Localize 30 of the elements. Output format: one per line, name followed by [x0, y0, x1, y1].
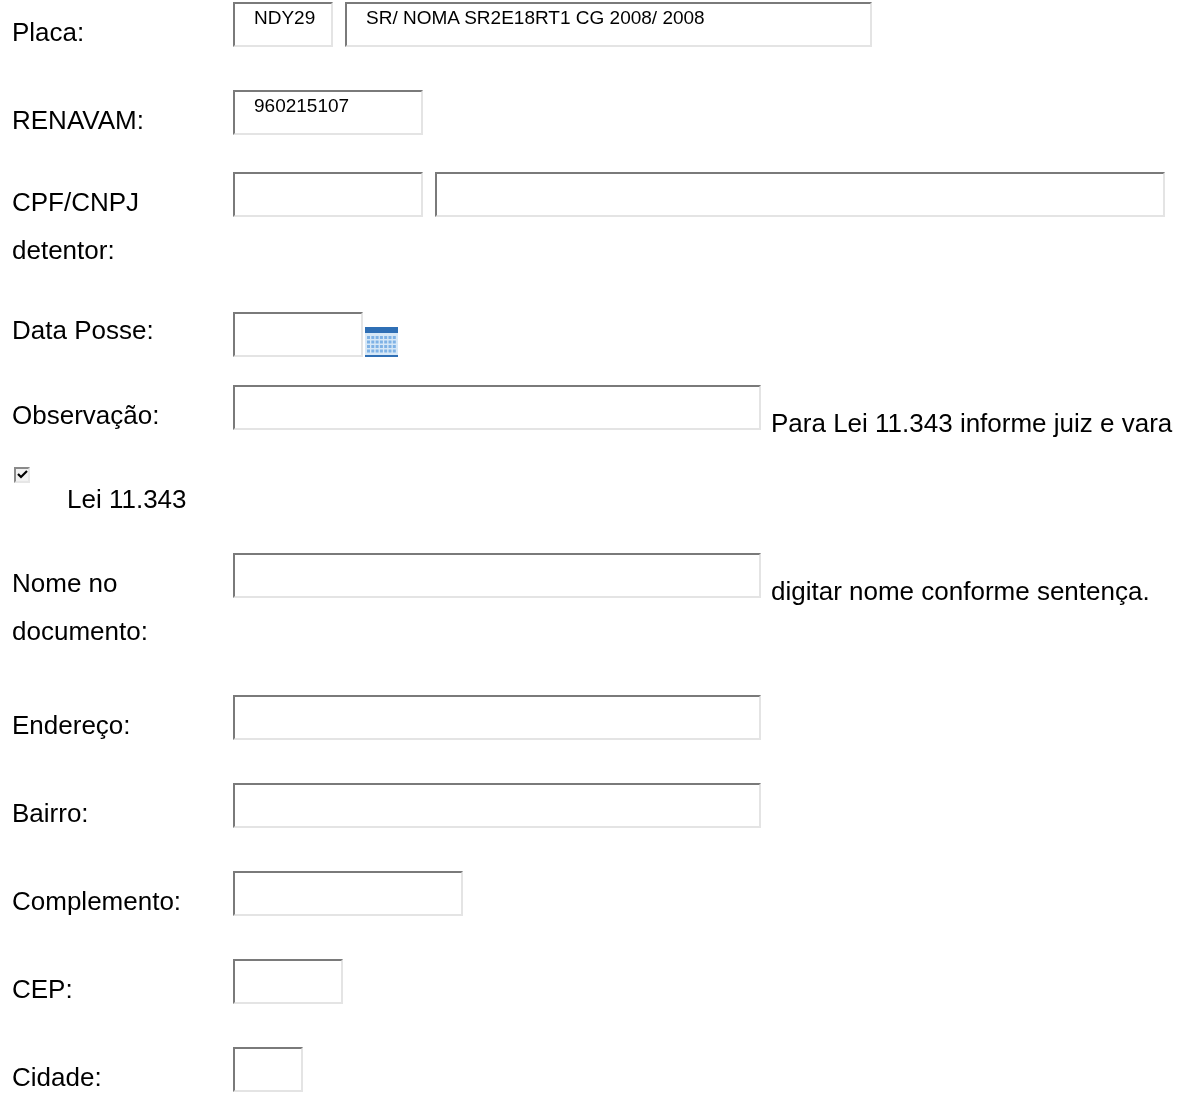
field-label: Endereço: [12, 708, 132, 742]
field-label: CPF/CNPJ detentor: [12, 186, 141, 267]
field-label: Nome no documento: [12, 566, 149, 648]
checkbox[interactable] [14, 466, 30, 483]
text-field[interactable] [233, 384, 761, 430]
field-label: CEP: [12, 972, 74, 1006]
text-field[interactable] [233, 782, 761, 828]
text-field[interactable] [233, 870, 463, 916]
field-label: Data Posse: [12, 314, 155, 347]
field-label: Placa: [12, 16, 86, 49]
checkmark-icon [16, 470, 28, 479]
date-field[interactable] [233, 311, 363, 357]
calendar-icon[interactable] [365, 326, 398, 357]
text-field[interactable] [435, 172, 1165, 217]
text-field[interactable]: NDY29 [233, 2, 333, 47]
hint-text: digitar nome conforme sentença. [771, 575, 1150, 606]
field-label: Observação: [12, 398, 161, 432]
text-field[interactable] [233, 958, 343, 1004]
text-field[interactable] [233, 1046, 303, 1092]
checkbox-label: Lei 11.343 [67, 482, 187, 516]
field-label: RENAVAM: [12, 104, 145, 137]
text-field[interactable]: SR/ NOMA SR2E18RT1 CG 2008/ 2008 [345, 2, 872, 47]
text-field[interactable]: 960215107 [233, 90, 423, 135]
field-label: Bairro: [12, 796, 90, 830]
field-label: Cidade: [12, 1060, 103, 1094]
text-field[interactable] [233, 694, 761, 740]
text-field[interactable] [233, 172, 423, 217]
field-label: Complemento: [12, 884, 183, 918]
text-field[interactable] [233, 552, 761, 598]
hint-text: Para Lei 11.343 informe juiz e vara [771, 407, 1173, 438]
